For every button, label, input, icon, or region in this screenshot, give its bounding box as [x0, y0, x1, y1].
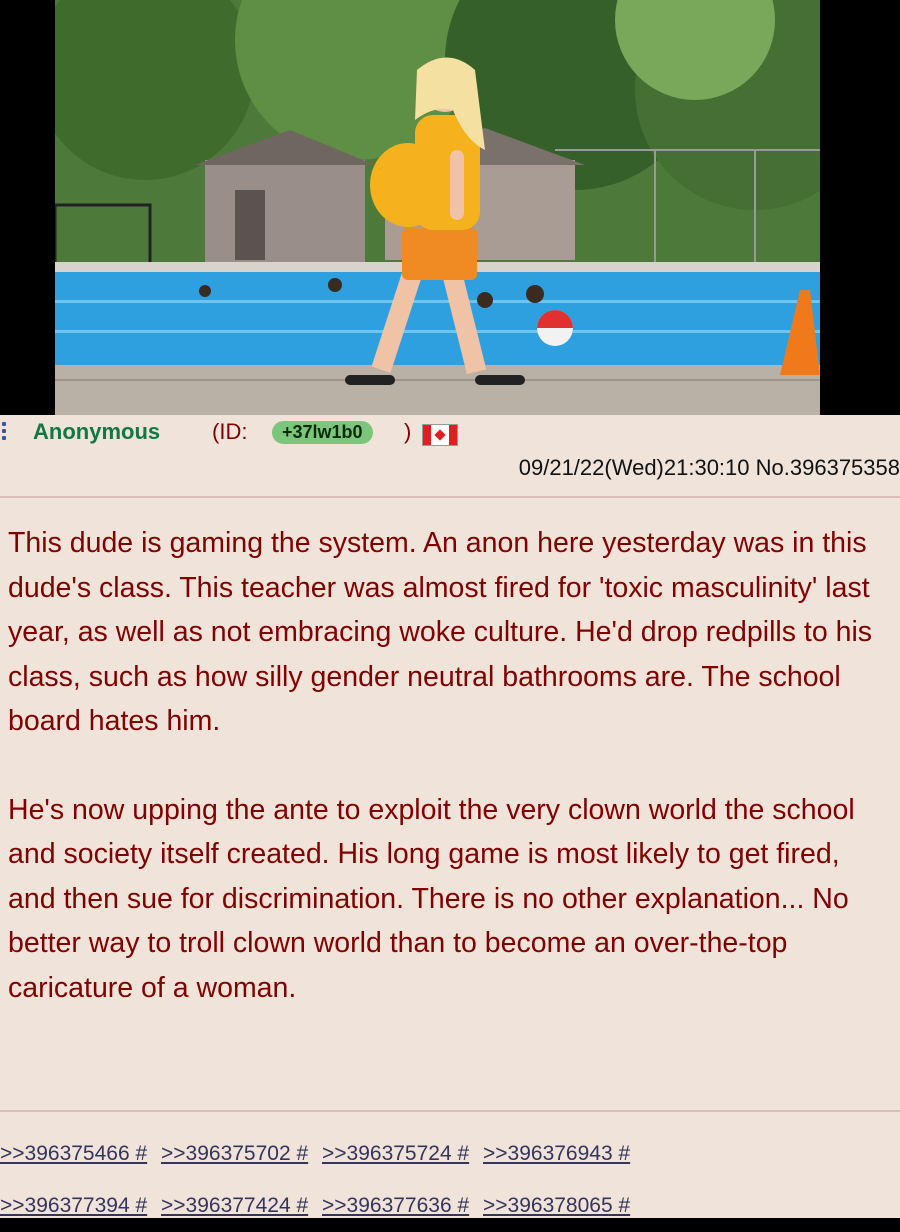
reply-link[interactable]: >>396375724 # [322, 1142, 469, 1165]
reply-row: >>396377394 # >>396377424 # >>396377636 … [0, 1180, 900, 1232]
post-header: Anonymous (ID: +37lw1b0 ) [0, 417, 900, 447]
divider [0, 1110, 900, 1112]
poster-name: Anonymous [33, 419, 161, 444]
reply-link[interactable]: >>396377424 # [161, 1194, 308, 1217]
post-menu-handle[interactable] [2, 422, 7, 442]
poster-id-badge[interactable]: +37lw1b0 [272, 421, 373, 444]
post-meta: 09/21/22(Wed)21:30:10 No.396375358 [519, 453, 900, 483]
reply-link[interactable]: >>396375702 # [161, 1142, 308, 1165]
reply-link[interactable]: >>396378065 # [483, 1194, 630, 1217]
poster-id-close: ) [404, 419, 412, 444]
post-number-link[interactable]: No.396375358 [756, 455, 900, 480]
post-body: This dude is gaming the system. An anon … [8, 521, 893, 1054]
post-paragraph: This dude is gaming the system. An anon … [8, 527, 873, 737]
divider [0, 496, 900, 498]
reply-backlinks: >>396375466 # >>396375702 # >>396375724 … [0, 1128, 900, 1232]
reply-link[interactable]: >>396377636 # [322, 1194, 469, 1217]
poolside-photo [55, 0, 820, 415]
flag-canada-icon [422, 424, 458, 446]
reply-link[interactable]: >>396376943 # [483, 1142, 630, 1165]
post-datetime: 09/21/22(Wed)21:30:10 [518, 455, 750, 480]
image-frame [0, 0, 900, 415]
reply-link[interactable]: >>396377394 # [0, 1194, 147, 1217]
post-image[interactable] [55, 0, 820, 415]
reply-row: >>396375466 # >>396375702 # >>396375724 … [0, 1128, 900, 1180]
reply-link[interactable]: >>396375466 # [0, 1142, 147, 1165]
post-container: Anonymous (ID: +37lw1b0 ) 09/21/22(Wed)2… [0, 415, 900, 1218]
post-paragraph: He's now upping the ante to exploit the … [8, 793, 855, 1004]
poster-id-label: (ID: [212, 419, 248, 444]
